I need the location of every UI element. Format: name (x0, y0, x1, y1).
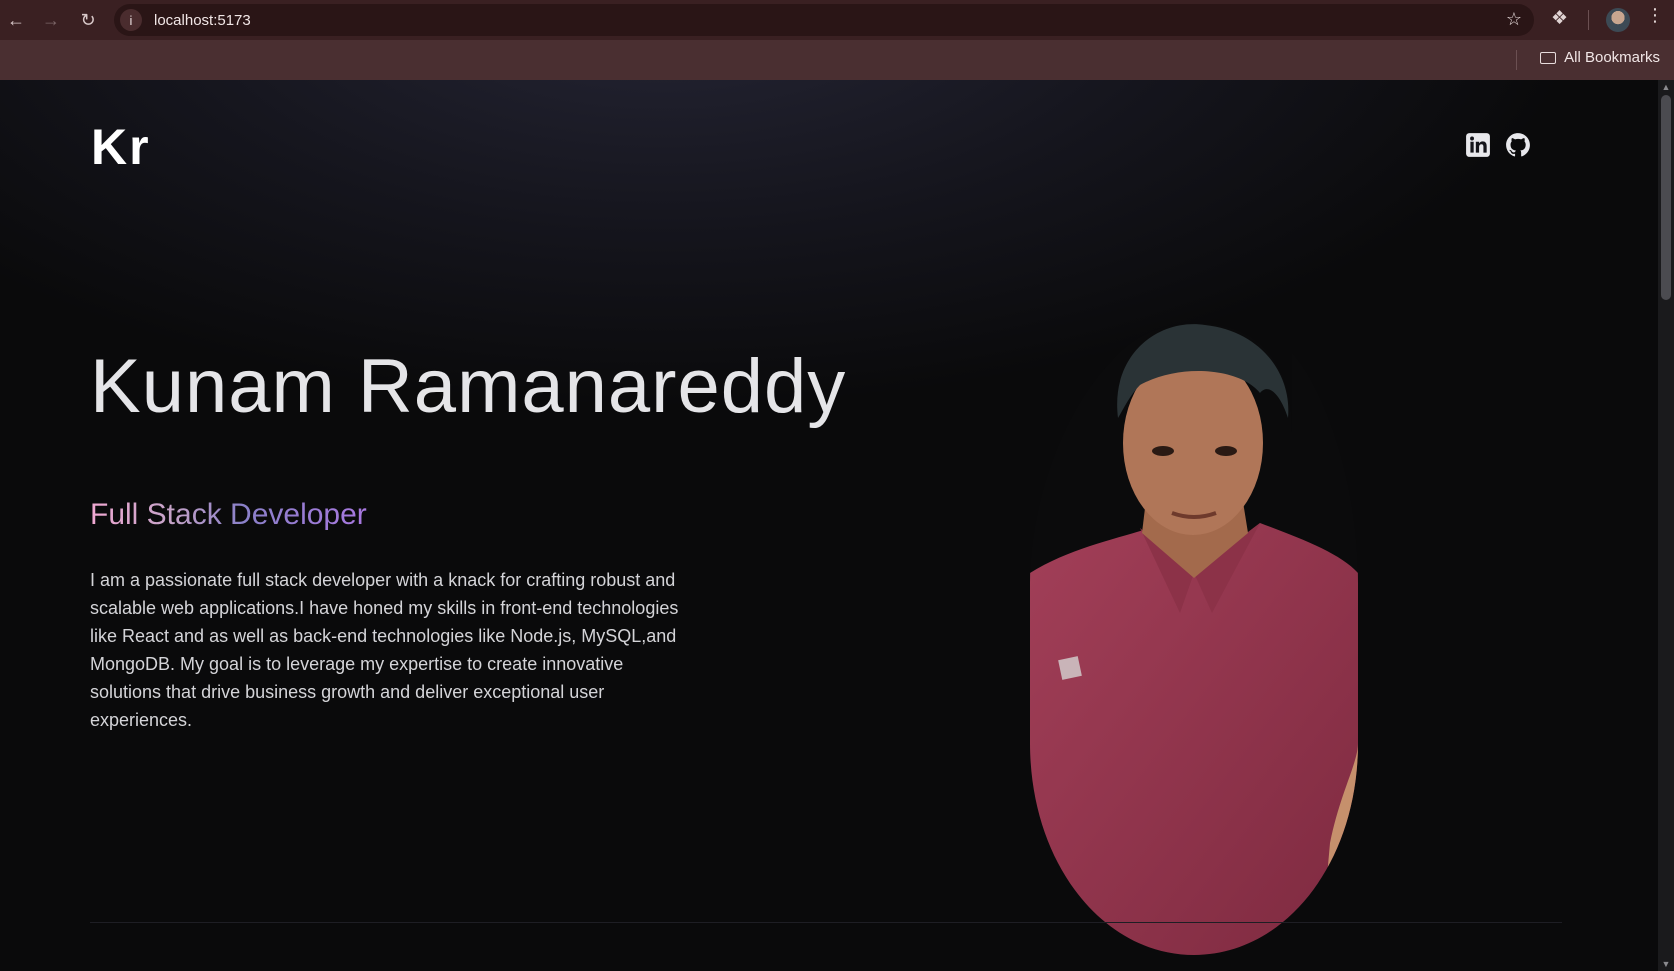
site-info-icon[interactable]: i (120, 9, 142, 31)
hero-role: Full Stack Developer (90, 498, 367, 531)
address-url[interactable]: localhost:5173 (154, 12, 251, 29)
github-icon[interactable] (1505, 132, 1531, 158)
all-bookmarks-label: All Bookmarks (1564, 49, 1660, 66)
bookmarks-bar: All Bookmarks (0, 40, 1674, 80)
hero-bio: I am a passionate full stack developer w… (90, 570, 679, 730)
profile-avatar[interactable] (1606, 8, 1630, 32)
forward-arrow-icon[interactable]: → (39, 8, 63, 32)
scroll-down-arrow-icon[interactable]: ▼ (1660, 959, 1672, 969)
bookmarks-divider (1516, 50, 1517, 70)
reload-icon[interactable]: ↻ (76, 8, 100, 32)
folder-icon (1540, 51, 1557, 64)
extensions-icon[interactable]: ❖ (1551, 7, 1568, 30)
all-bookmarks-button[interactable]: All Bookmarks (1540, 49, 1660, 66)
section-divider (90, 922, 1562, 923)
hero-name: Kunam Ramanareddy (90, 344, 847, 429)
scrollbar-thumb[interactable] (1661, 95, 1671, 300)
browser-toolbar: ← → ↻ i localhost:5173 ☆ ❖ ⋮ (0, 0, 1674, 40)
back-arrow-icon[interactable]: ← (4, 8, 28, 32)
browser-menu-icon[interactable]: ⋮ (1646, 6, 1664, 24)
bookmark-star-icon[interactable]: ☆ (1506, 9, 1522, 30)
site-logo[interactable]: Kr (91, 118, 151, 176)
scroll-up-arrow-icon[interactable]: ▲ (1660, 82, 1672, 92)
toolbar-divider (1588, 10, 1589, 30)
linkedin-icon[interactable] (1465, 132, 1491, 158)
portfolio-page: Kr Kunam Ramanareddy Full Stack Develope… (0, 80, 1658, 971)
address-bar[interactable]: i localhost:5173 ☆ (114, 4, 1534, 36)
profile-photo (1030, 323, 1358, 955)
